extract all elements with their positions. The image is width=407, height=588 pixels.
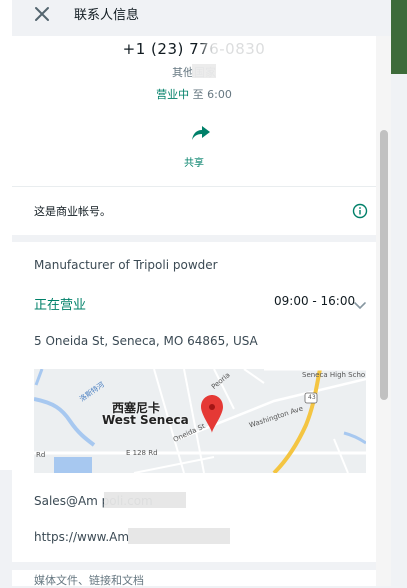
business-details-card: Manufacturer of Tripoli powder 正在营业 09:0… [12,242,376,587]
hours-range[interactable]: 09:00 - 16:00 [274,294,355,308]
contact-info-panel: 联系人信息 +1 (23) 776-0830 其他国家 营业中 至 6:00 共… [12,0,376,587]
location-map[interactable]: 西塞尼卡 West Seneca Washington Ave E 128 Rd… [34,369,366,473]
business-description: Manufacturer of Tripoli powder [34,258,218,272]
open-now-status: 正在营业 [34,298,87,313]
section-divider [12,562,376,570]
business-address: 5 Oneida St, Seneca, MO 64865, USA [34,334,258,348]
info-icon[interactable] [352,203,368,219]
panel-header: 联系人信息 [12,0,376,36]
profile-card: +1 (23) 776-0830 其他国家 营业中 至 6:00 共享 [12,36,376,186]
chevron-down-icon[interactable] [353,296,367,310]
open-status-label: 营业中 [156,88,190,101]
map-street-label: Rd [36,451,46,459]
phone-number: +1 (23) 776-0830 [122,40,266,58]
open-until-label: 至 6:00 [192,88,232,101]
map-city-en: West Seneca [102,413,189,427]
business-account-notice: 这是商业帐号。 [12,186,376,235]
website-redaction [128,528,230,544]
share-arrow-icon[interactable] [190,124,212,142]
email-redaction [104,492,186,508]
panel-title: 联系人信息 [74,8,140,23]
phone-redaction [199,40,289,56]
map-route-label: 43 [308,394,316,401]
scrollbar-thumb[interactable] [380,130,388,400]
business-website-link[interactable]: https://www.Am [34,530,129,544]
share-button-label[interactable]: 共享 [12,154,376,169]
region-redaction [192,64,216,78]
map-poi-label: Seneca High Scho [302,371,366,379]
close-icon[interactable] [32,4,52,24]
map-street-label: E 128 Rd [126,449,158,457]
business-hours-summary: 营业中 至 6:00 [12,86,376,102]
business-account-text: 这是商业帐号。 [34,205,111,218]
